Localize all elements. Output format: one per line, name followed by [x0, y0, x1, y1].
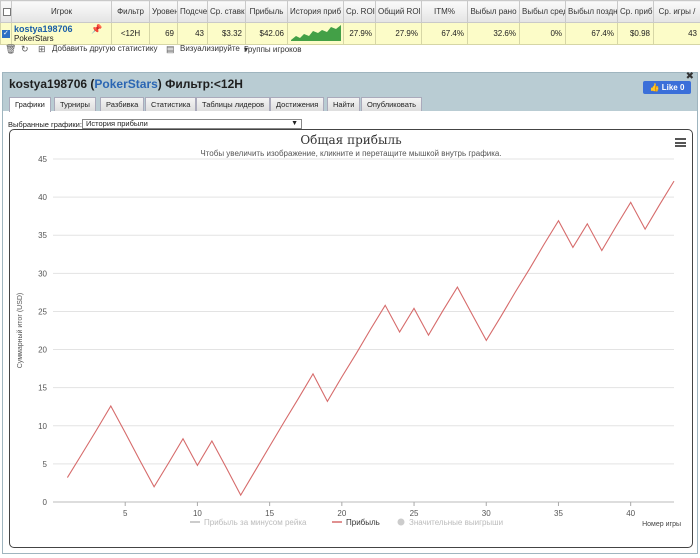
column-header-profit[interactable]: Прибыль: [245, 0, 288, 23]
column-header-avg-roi[interactable]: Ср. ROI: [343, 0, 376, 23]
row-checkbox[interactable]: [0, 22, 12, 45]
cell-profit: $42.06: [245, 22, 288, 45]
stats-table: Игрок Фильтр Уровень Подсчет Ср. ставк П…: [0, 0, 700, 45]
chart-title: Общая прибыль: [300, 133, 402, 147]
tab-statistics[interactable]: Статистика: [145, 97, 197, 111]
y-tick-label: 5: [43, 460, 48, 469]
y-tick-label: 40: [38, 193, 47, 202]
y-tick-label: 20: [38, 346, 47, 355]
refresh-icon[interactable]: ↻: [21, 44, 29, 55]
column-header-player[interactable]: Игрок: [11, 0, 112, 23]
cell-mid-out: 0%: [519, 22, 566, 45]
column-header-level[interactable]: Уровень: [149, 0, 178, 23]
tab-tournaments[interactable]: Турниры: [54, 97, 96, 111]
column-header-avg-profit[interactable]: Ср. приб: [617, 0, 654, 23]
visualize-button[interactable]: Визуализируйте: [180, 44, 240, 53]
y-tick-label: 25: [38, 307, 47, 316]
player-cell[interactable]: kostya198706 PokerStars 📌: [11, 22, 112, 45]
cell-total-roi: 27.9%: [375, 22, 422, 45]
chart-svg[interactable]: Общая прибыль Чтобы увеличить изображение…: [10, 130, 692, 547]
chart-select-value: История прибыли: [86, 119, 148, 128]
hamburger-menu-icon[interactable]: [675, 138, 686, 147]
panel-site-link[interactable]: PokerStars: [94, 77, 157, 91]
column-header-total-roi[interactable]: Общий ROI: [375, 0, 422, 23]
legend-marker-big-wins: [397, 518, 405, 526]
cell-avg-games: 43: [653, 22, 700, 45]
like-label: Like 0: [661, 83, 685, 92]
y-axis-label: Суммарный итог (USD): [16, 293, 24, 369]
trash-icon[interactable]: 🗑: [5, 44, 16, 55]
cell-profit-history[interactable]: [287, 22, 344, 45]
x-tick-label: 15: [265, 509, 274, 518]
chart-select[interactable]: История прибыли ▼: [82, 119, 302, 129]
tab-achievements[interactable]: Достижения: [270, 97, 325, 111]
y-tick-label: 35: [38, 231, 47, 240]
pin-icon[interactable]: 📌: [91, 24, 102, 34]
add-stats-button[interactable]: Добавить другую статистику: [52, 44, 157, 53]
column-header-early-out[interactable]: Выбыл рано: [467, 0, 520, 23]
column-header-profit-history[interactable]: История приб: [287, 0, 344, 23]
x-tick-label: 10: [193, 509, 202, 518]
y-tick-label: 45: [38, 155, 47, 164]
cell-itm: 67.4%: [421, 22, 468, 45]
profit-history-sparkline: [291, 25, 341, 41]
column-header-itm[interactable]: ITM%: [421, 0, 468, 23]
x-tick-label: 5: [123, 509, 128, 518]
tab-find[interactable]: Найти: [327, 97, 361, 111]
chevron-down-icon: ▼: [291, 120, 298, 127]
stats-header-row: Игрок Фильтр Уровень Подсчет Ср. ставк П…: [0, 0, 700, 23]
legend-profit: Прибыль: [346, 518, 380, 527]
column-header-count[interactable]: Подсчет: [177, 0, 208, 23]
thumbs-up-icon: 👍: [649, 83, 660, 92]
tab-leaderboards[interactable]: Таблицы лидеров: [196, 97, 271, 111]
tab-charts[interactable]: Графики: [9, 97, 51, 112]
column-header-filter[interactable]: Фильтр: [111, 0, 150, 23]
table-toolbar: 🗑 ↻ ⊞ Добавить другую статистику ▤ Визуа…: [0, 43, 700, 57]
panel-header: kostya198706 (PokerStars) Фильтр:<12H ✖ …: [3, 71, 697, 112]
chart-subtitle: Чтобы увеличить изображение, кликните и …: [200, 149, 501, 158]
cell-filter: <12H: [111, 22, 150, 45]
column-header-avg-stake[interactable]: Ср. ставк: [207, 0, 246, 23]
x-tick-label: 35: [554, 509, 563, 518]
panel-title: kostya198706 (PokerStars) Фильтр:<12H: [9, 77, 243, 91]
tab-breakdown[interactable]: Разбивка: [100, 97, 145, 111]
player-icons[interactable]: 📌: [91, 24, 102, 35]
x-tick-label: 40: [626, 509, 635, 518]
select-all-checkbox[interactable]: [0, 0, 12, 23]
cell-avg-roi: 27.9%: [343, 22, 376, 45]
column-header-mid-out[interactable]: Выбыл сред: [519, 0, 566, 23]
y-tick-label: 0: [43, 498, 48, 507]
player-site: PokerStars: [14, 33, 54, 43]
panel-filter: Фильтр:<12H: [165, 77, 243, 91]
column-header-avg-games[interactable]: Ср. игры /: [653, 0, 700, 23]
chart-select-label: Выбранные графики:: [8, 120, 82, 129]
facebook-like-button[interactable]: 👍 Like 0: [643, 81, 691, 94]
y-tick-label: 10: [38, 422, 47, 431]
cell-avg-profit: $0.98: [617, 22, 654, 45]
y-tick-label: 15: [38, 384, 47, 393]
series-line-profit: [66, 180, 675, 497]
chevron-down-icon: ▾: [244, 45, 249, 54]
x-tick-label: 25: [410, 509, 419, 518]
table-row[interactable]: kostya198706 PokerStars 📌 <12H 69 43 $3.…: [0, 22, 700, 45]
player-groups-label: Группы игроков: [244, 45, 302, 54]
cell-late-out: 67.4%: [565, 22, 618, 45]
add-stats-icon[interactable]: ⊞: [38, 44, 46, 55]
cell-count: 43: [177, 22, 208, 45]
legend-net-profit: Прибыль за минусом рейка: [204, 518, 307, 527]
x-tick-label: 20: [337, 509, 346, 518]
tab-publish[interactable]: Опубликовать: [361, 97, 423, 111]
legend-big-wins: Значительные выигрыши: [409, 518, 503, 527]
profit-chart[interactable]: Общая прибыль Чтобы увеличить изображение…: [9, 129, 693, 548]
x-tick-label: 30: [482, 509, 491, 518]
cell-level: 69: [149, 22, 178, 45]
x-axis-label: Номер игры: [642, 521, 681, 528]
cell-avg-stake: $3.32: [207, 22, 246, 45]
chart-icon[interactable]: ▤: [166, 44, 175, 55]
cell-early-out: 32.6%: [467, 22, 520, 45]
column-header-late-out[interactable]: Выбыл поздн: [565, 0, 618, 23]
player-panel: kostya198706 (PokerStars) Фильтр:<12H ✖ …: [2, 71, 698, 554]
y-tick-label: 30: [38, 269, 47, 278]
panel-player-name: kostya198706: [9, 77, 88, 91]
